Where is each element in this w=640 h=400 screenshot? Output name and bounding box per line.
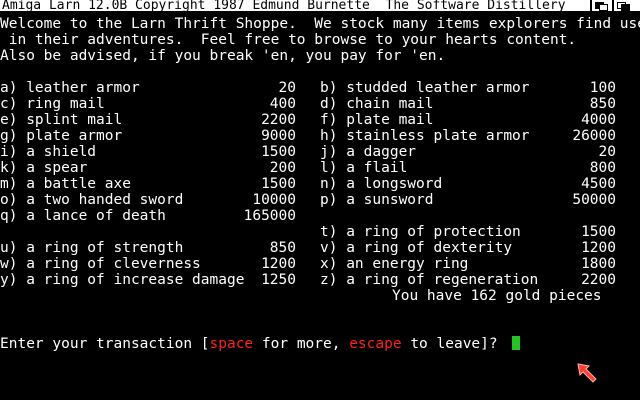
item-label: j) a dagger xyxy=(320,144,417,160)
shop-item[interactable]: d) chain mail 850 xyxy=(0,96,640,112)
intro-line-2: in their adventures. Feel free to browse… xyxy=(0,32,577,48)
item-price: 1200 xyxy=(581,240,616,256)
shop-item[interactable]: n) a longsword 4500 xyxy=(0,176,640,192)
shop-item[interactable]: t) a ring of protection 1500 xyxy=(0,224,640,240)
mouse-pointer-icon xyxy=(577,363,597,383)
item-label: l) a flail xyxy=(320,160,408,176)
item-label: f) plate mail xyxy=(320,112,434,128)
depth-front-icon[interactable] xyxy=(612,0,630,11)
gold-count: You have 162 gold pieces xyxy=(392,288,602,304)
item-price: 26000 xyxy=(572,128,616,144)
depth-back-icon[interactable] xyxy=(590,0,608,11)
item-label: p) a sunsword xyxy=(320,192,434,208)
shop-item[interactable]: z) a ring of regeneration 2200 xyxy=(0,272,640,288)
item-price: 4500 xyxy=(581,176,616,192)
item-price: 20 xyxy=(598,144,616,160)
intro-line-1: Welcome to the Larn Thrift Shoppe. We st… xyxy=(0,16,640,32)
item-label: z) a ring of regeneration xyxy=(320,272,539,288)
shop-item[interactable]: p) a sunsword 50000 xyxy=(0,192,640,208)
window-title: Amiga Larn 12.0B Copyright 1987 Edmund B… xyxy=(2,0,566,11)
item-price: 165000 xyxy=(243,208,296,224)
item-label: t) a ring of protection xyxy=(320,224,521,240)
item-price: 800 xyxy=(589,160,616,176)
item-label: q) a lance of death xyxy=(0,208,166,224)
item-price: 1500 xyxy=(581,224,616,240)
shop-item[interactable]: l) a flail 800 xyxy=(0,160,640,176)
escape-key-hint: escape xyxy=(349,336,402,352)
item-label: b) studded leather armor xyxy=(320,80,530,96)
shop-item[interactable]: j) a dagger 20 xyxy=(0,144,640,160)
shop-item[interactable]: x) an energy ring 1800 xyxy=(0,256,640,272)
item-price: 1800 xyxy=(581,256,616,272)
item-label: x) an energy ring xyxy=(320,256,469,272)
item-label: h) stainless plate armor xyxy=(320,128,530,144)
shop-item[interactable]: q) a lance of death 165000 xyxy=(0,208,640,224)
prompt-text-end: to leave]? xyxy=(401,336,507,352)
item-label: n) a longsword xyxy=(320,176,443,192)
space-key-hint: space xyxy=(209,336,254,352)
item-price: 850 xyxy=(589,96,616,112)
intro-line-3: Also be advised, if you break 'en, you p… xyxy=(0,48,446,64)
item-price: 2200 xyxy=(581,272,616,288)
shop-item[interactable]: h) stainless plate armor 26000 xyxy=(0,128,640,144)
shop-item[interactable]: b) studded leather armor 100 xyxy=(0,80,640,96)
item-label: d) chain mail xyxy=(320,96,434,112)
prompt-text-start: Enter your transaction [ xyxy=(0,336,210,352)
shop-item[interactable]: f) plate mail 4000 xyxy=(0,112,640,128)
terminal-screen: Amiga Larn 12.0B Copyright 1987 Edmund B… xyxy=(0,0,640,400)
item-price: 100 xyxy=(589,80,616,96)
text-cursor[interactable] xyxy=(512,336,521,350)
item-price: 4000 xyxy=(581,112,616,128)
prompt-text-middle: for more, xyxy=(253,336,350,352)
transaction-prompt: Enter your transaction [space for more, … xyxy=(0,336,521,352)
shop-item[interactable]: v) a ring of dexterity 1200 xyxy=(0,240,640,256)
item-label: v) a ring of dexterity xyxy=(320,240,513,256)
window-title-bar[interactable]: Amiga Larn 12.0B Copyright 1987 Edmund B… xyxy=(0,0,640,11)
item-price: 50000 xyxy=(572,192,616,208)
